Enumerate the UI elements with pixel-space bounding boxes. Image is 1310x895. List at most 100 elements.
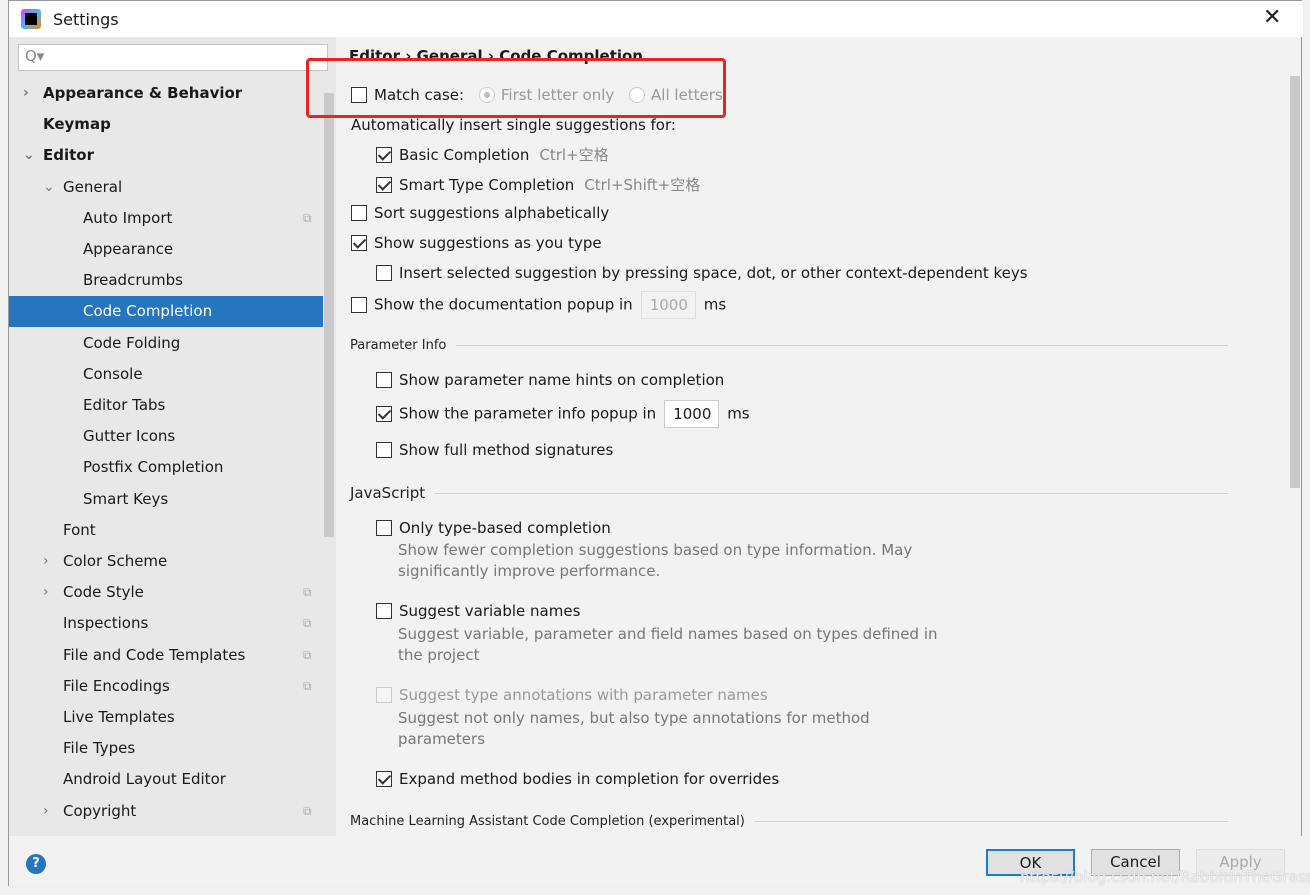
suggest-type-checkbox[interactable]: [376, 687, 392, 703]
basic-completion-label: Basic Completion: [399, 146, 530, 164]
help-icon[interactable]: ?: [26, 854, 46, 874]
doc-popup-checkbox[interactable]: [351, 296, 367, 313]
insert-selected-row: Insert selected suggestion by pressing s…: [376, 264, 1028, 282]
tree-item-label: Code Completion: [83, 302, 213, 321]
tree-item[interactable]: Font: [9, 515, 323, 546]
settings-dialog: Settings ✕ Q▾ › Appearance & Behavior Keym…: [8, 0, 1303, 886]
search-icon: Q▾: [25, 47, 45, 65]
full-sig-checkbox[interactable]: [376, 442, 392, 458]
tree-item[interactable]: File Encodings ⧉: [9, 671, 323, 702]
chevron-down-icon[interactable]: ⌄: [23, 140, 35, 171]
tree-item[interactable]: Smart Keys: [9, 484, 323, 515]
tree-item[interactable]: Postfix Completion: [9, 452, 323, 483]
suggest-var-checkbox[interactable]: [376, 603, 392, 619]
show-as-type-row: Show suggestions as you type: [351, 234, 602, 252]
tree-item-label: Appearance & Behavior: [43, 84, 243, 102]
tree-item[interactable]: › Color Scheme: [9, 546, 323, 577]
tree-item[interactable]: › Appearance & Behavior: [9, 78, 323, 109]
tree-item-label: Color Scheme: [63, 552, 168, 570]
tree-item[interactable]: File and Code Templates ⧉: [9, 640, 323, 671]
tree-item[interactable]: Live Templates: [9, 702, 323, 733]
tree-item[interactable]: Code Completion: [9, 296, 323, 328]
tree-item-label: Code Folding: [83, 333, 181, 352]
section-title: JavaScript: [350, 484, 426, 502]
ms-label: ms: [703, 295, 727, 314]
tree-item[interactable]: › Code Style ⧉: [9, 577, 323, 608]
tree-item-label: Live Templates: [63, 708, 175, 726]
suggest-type-description: Suggest not only names, but also type an…: [398, 709, 870, 748]
tree-item[interactable]: Keymap: [9, 109, 323, 140]
expand-label: Expand method bodies in completion for o…: [399, 770, 780, 788]
type-based-checkbox[interactable]: [376, 520, 392, 536]
tree-item[interactable]: File Types: [9, 733, 323, 764]
chevron-down-icon[interactable]: ⌄: [43, 172, 55, 203]
tree-item[interactable]: Code Folding: [9, 328, 323, 359]
tree-item-label: File Encodings: [63, 676, 170, 695]
expand-checkbox[interactable]: [376, 771, 392, 787]
close-icon[interactable]: ✕: [1263, 5, 1281, 30]
tree-item-label: General: [63, 177, 123, 196]
section-title: Machine Learning Assistant Code Completi…: [350, 814, 745, 829]
tree-item[interactable]: Android Layout Editor: [9, 764, 323, 795]
smart-completion-checkbox[interactable]: [376, 177, 392, 193]
param-hints-checkbox[interactable]: [376, 372, 392, 388]
tree-item[interactable]: ⌄ General: [9, 172, 323, 203]
param-popup-delay-input[interactable]: 1000: [664, 400, 720, 428]
chevron-right-icon[interactable]: ›: [43, 546, 49, 577]
sidebar-scrollbar[interactable]: [324, 93, 334, 537]
tree-item[interactable]: ⌄ Editor: [9, 140, 323, 171]
tree-item[interactable]: Breadcrumbs: [9, 265, 323, 296]
section-parameter-info: Parameter Info: [350, 338, 1228, 353]
full-sig-row: Show full method signatures: [376, 441, 613, 459]
highlight-box: [306, 58, 726, 118]
type-based-label: Only type-based completion: [399, 519, 611, 537]
tree-item[interactable]: Inspections ⧉: [9, 608, 323, 639]
chevron-right-icon[interactable]: ›: [43, 796, 49, 827]
tree-item-label: File Types: [63, 739, 136, 758]
tree-item[interactable]: Editor Tabs: [9, 390, 323, 421]
tree-item-label: Inspections: [63, 614, 149, 633]
basic-completion-checkbox[interactable]: [376, 147, 392, 163]
show-as-type-checkbox[interactable]: [351, 235, 367, 251]
section-title: Parameter Info: [350, 338, 447, 353]
tree-item-label: Editor Tabs: [83, 396, 166, 414]
tree-item-label: Keymap: [43, 115, 111, 134]
tree-item-label: Copyright: [63, 801, 137, 820]
settings-sidebar: Q▾ › Appearance & Behavior Keymap ⌄ Editor ⌄ G…: [9, 37, 336, 836]
expand-row: Expand method bodies in completion for o…: [376, 770, 779, 788]
watermark: https://blog.csdn.net/RabbitInTheGrass: [1020, 868, 1310, 886]
chevron-right-icon[interactable]: ›: [43, 577, 49, 608]
param-hints-label: Show parameter name hints on completion: [399, 371, 725, 389]
shortcut-label: Ctrl+空格: [539, 146, 609, 164]
doc-popup-row: Show the documentation popup in 1000 ms: [351, 291, 726, 319]
doc-popup-label: Show the documentation popup in: [374, 295, 633, 314]
tree-item[interactable]: Auto Import ⧉: [9, 203, 323, 234]
smart-completion-label: Smart Type Completion: [399, 176, 575, 194]
search-input[interactable]: Q▾: [18, 44, 328, 71]
project-scope-icon: ⧉: [303, 803, 312, 818]
tree-item-label: Postfix Completion: [83, 458, 224, 477]
param-popup-row: Show the parameter info popup in 1000 ms: [376, 400, 750, 428]
tree-item[interactable]: › Copyright ⧉: [9, 796, 323, 827]
param-hints-row: Show parameter name hints on completion: [376, 371, 724, 389]
sort-checkbox[interactable]: [351, 205, 367, 221]
chevron-right-icon[interactable]: ›: [23, 78, 29, 109]
section-ml: Machine Learning Assistant Code Completi…: [350, 814, 1228, 829]
param-popup-checkbox[interactable]: [376, 405, 392, 422]
type-based-row: Only type-based completion: [376, 519, 611, 537]
tree-item-label: Auto Import: [83, 208, 173, 227]
content-scrollbar[interactable]: [1290, 76, 1300, 488]
sort-row: Sort suggestions alphabetically: [351, 204, 609, 222]
tree-item[interactable]: Appearance: [9, 234, 323, 265]
smart-completion-row: Smart Type Completion Ctrl+Shift+空格: [376, 174, 700, 195]
suggest-type-row: Suggest type annotations with parameter …: [376, 686, 768, 704]
intellij-logo-icon: [21, 9, 41, 29]
tree-item[interactable]: Console: [9, 359, 323, 390]
insert-selected-checkbox[interactable]: [376, 265, 392, 281]
section-javascript: JavaScript: [350, 484, 1228, 502]
doc-popup-delay-input[interactable]: 1000: [640, 291, 696, 319]
basic-completion-row: Basic Completion Ctrl+空格: [376, 144, 609, 165]
tree-item[interactable]: Gutter Icons: [9, 421, 323, 452]
shortcut-label: Ctrl+Shift+空格: [584, 176, 701, 194]
tree-item-label: Smart Keys: [83, 489, 169, 508]
